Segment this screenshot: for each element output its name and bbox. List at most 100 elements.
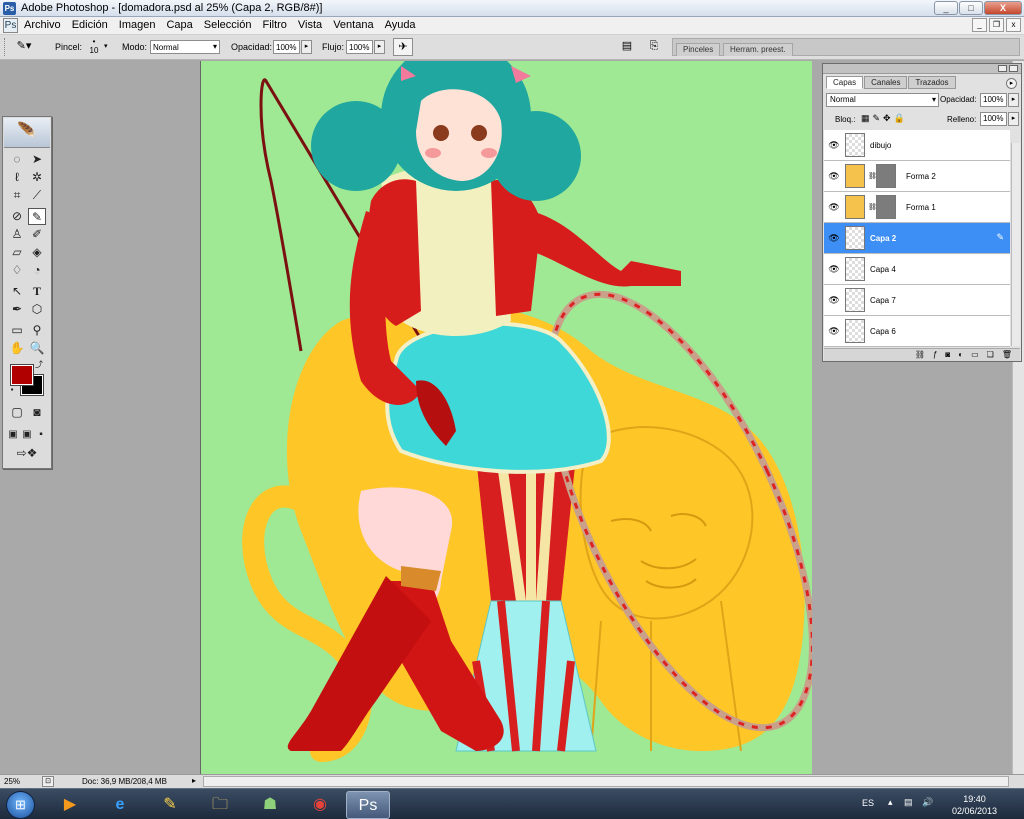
history-brush-icon[interactable]: ✐ <box>28 226 46 243</box>
brush-icon[interactable]: ✎ <box>28 208 46 225</box>
tab-trazados[interactable]: Trazados <box>908 76 956 89</box>
document-canvas[interactable] <box>200 61 812 774</box>
tray-arrow-icon[interactable]: ▴ <box>888 797 893 808</box>
layer-row[interactable]: 👁 dibujo <box>824 130 1010 161</box>
status-menu-arrow-icon[interactable]: ▸ <box>192 776 196 785</box>
menu-imagen[interactable]: Imagen <box>119 19 156 31</box>
layer-row[interactable]: 👁 Capa 7 <box>824 285 1010 316</box>
eye-icon[interactable]: 👁 <box>827 233 841 244</box>
eraser-icon[interactable]: ▱ <box>8 244 26 261</box>
tab-capas[interactable]: Capas <box>826 76 864 89</box>
delete-layer-icon[interactable]: 🗑 <box>1002 349 1012 361</box>
pen-icon[interactable]: ✒ <box>8 301 26 318</box>
layer-row[interactable]: 👁 ⛓ Forma 2 <box>824 161 1010 192</box>
doc-restore-icon[interactable]: ❐ <box>989 18 1004 32</box>
panel-close-icon[interactable] <box>1009 65 1018 72</box>
menu-filtro[interactable]: Filtro <box>262 19 286 31</box>
panel-minimize-icon[interactable] <box>998 65 1007 72</box>
lock-icons[interactable]: ▦✎✥🔒 <box>861 113 908 124</box>
path-selection-icon[interactable]: ↖ <box>8 283 26 300</box>
close-icon[interactable]: X <box>984 1 1022 15</box>
fill-arrow-icon[interactable]: ▸ <box>1008 112 1019 126</box>
layer-row[interactable]: 👁 Capa 6 <box>824 316 1010 347</box>
options-grip[interactable] <box>4 38 7 56</box>
type-icon[interactable]: T <box>28 283 46 300</box>
volume-icon[interactable]: 🔊 <box>922 797 933 808</box>
file-browser-icon[interactable]: ⎘ <box>644 38 664 56</box>
marquee-icon[interactable]: ◌ <box>8 151 26 168</box>
screen-mode-standard-icon[interactable]: ▣ <box>6 426 20 443</box>
quick-mask-icon[interactable]: ◙ <box>28 404 46 421</box>
screen-mode-full-menu-icon[interactable]: ▣ <box>20 426 34 443</box>
flujo-input[interactable]: 100% <box>346 40 373 54</box>
layers-scrollbar[interactable] <box>1011 143 1020 346</box>
eye-icon[interactable]: 👁 <box>827 140 841 151</box>
layer-opacity-arrow-icon[interactable]: ▸ <box>1008 93 1019 107</box>
flujo-slider-arrow-icon[interactable]: ▸ <box>374 40 385 54</box>
eye-icon[interactable]: 👁 <box>827 326 841 337</box>
zoom-preview-icon[interactable]: ⊡ <box>42 776 54 787</box>
tab-canales[interactable]: Canales <box>864 76 908 89</box>
network-icon[interactable]: ☗ <box>248 791 292 819</box>
standard-mode-icon[interactable]: ▢ <box>8 404 26 421</box>
eye-icon[interactable]: 👁 <box>827 171 841 182</box>
dodge-icon[interactable]: ◔ <box>28 262 46 279</box>
photoshop-icon[interactable]: Ps <box>346 791 390 819</box>
doc-close-icon[interactable]: x <box>1006 18 1021 32</box>
menu-seleccion[interactable]: Selección <box>204 19 252 31</box>
shape-icon[interactable]: ⬡ <box>28 301 46 318</box>
canvas-horizontal-scrollbar[interactable] <box>203 776 1009 787</box>
jump-to-imageready-icon[interactable]: ⇨❖ <box>8 445 46 462</box>
airbrush-icon[interactable]: ✈ <box>393 38 413 56</box>
chrome-icon[interactable]: ◉ <box>298 791 342 819</box>
hand-icon[interactable]: ✋ <box>8 340 26 357</box>
add-mask-icon[interactable]: ◙ <box>945 349 950 361</box>
eye-icon[interactable]: 👁 <box>827 264 841 275</box>
panel-menu-icon[interactable]: ▸ <box>1006 78 1017 89</box>
paint-icon[interactable]: ✎ <box>148 791 192 819</box>
layer-row-active[interactable]: 👁 Capa 2 ✎ <box>824 223 1010 254</box>
opacidad-input[interactable]: 100% <box>273 40 300 54</box>
menu-edicion[interactable]: Edición <box>72 19 108 31</box>
network-status-icon[interactable]: ▤ <box>904 797 913 808</box>
new-group-icon[interactable]: ▭ <box>971 349 979 361</box>
eye-icon[interactable]: 👁 <box>827 295 841 306</box>
new-layer-icon[interactable]: ❏ <box>987 349 994 361</box>
clock[interactable]: 19:40 02/06/2013 <box>952 793 997 817</box>
zoom-icon[interactable]: 🔍 <box>28 340 46 357</box>
blend-mode-select[interactable]: Normal ▾ <box>826 93 939 107</box>
palette-tab-herramientas[interactable]: Herram. preest. <box>723 43 793 56</box>
link-layers-icon[interactable]: ⛓ <box>915 349 925 361</box>
menu-capa[interactable]: Capa <box>166 19 192 31</box>
menu-ventana[interactable]: Ventana <box>333 19 373 31</box>
toggle-brushes-palette-icon[interactable]: ▤ <box>617 38 637 56</box>
internet-explorer-icon[interactable]: e <box>98 791 142 819</box>
menu-ayuda[interactable]: Ayuda <box>385 19 416 31</box>
magic-wand-icon[interactable]: ✲ <box>28 169 46 186</box>
file-explorer-icon[interactable]: 🗀 <box>198 791 242 819</box>
layers-panel-titlebar[interactable] <box>823 64 1021 74</box>
adjustment-layer-icon[interactable]: ◐ <box>958 349 963 361</box>
blur-icon[interactable]: ♢ <box>8 262 26 279</box>
brush-picker-arrow-icon[interactable]: ▾ <box>104 42 108 50</box>
menu-archivo[interactable]: Archivo <box>24 19 61 31</box>
brush-tool-preset-icon[interactable]: ✎▾ <box>14 38 34 56</box>
layer-style-icon[interactable]: ƒ <box>933 349 937 361</box>
doc-minimize-icon[interactable]: _ <box>972 18 987 32</box>
move-icon[interactable]: ➤ <box>28 151 46 168</box>
minimize-icon[interactable]: _ <box>934 1 958 15</box>
language-indicator[interactable]: ES <box>862 798 874 808</box>
paint-bucket-icon[interactable]: ◈ <box>28 244 46 261</box>
fill-input[interactable]: 100% <box>980 112 1007 126</box>
menu-vista[interactable]: Vista <box>298 19 322 31</box>
maximize-icon[interactable]: □ <box>959 1 983 15</box>
zoom-level[interactable]: 25% <box>4 777 20 786</box>
start-button[interactable]: ⊞ <box>6 791 35 819</box>
default-colors-icon[interactable]: ▪ <box>7 385 17 395</box>
eye-icon[interactable]: 👁 <box>827 202 841 213</box>
healing-brush-icon[interactable]: ⊘ <box>8 208 26 225</box>
opacidad-slider-arrow-icon[interactable]: ▸ <box>301 40 312 54</box>
crop-icon[interactable]: ⌗ <box>8 187 26 204</box>
lasso-icon[interactable]: ℓ <box>8 169 26 186</box>
slice-icon[interactable]: ⟋ <box>28 187 46 204</box>
